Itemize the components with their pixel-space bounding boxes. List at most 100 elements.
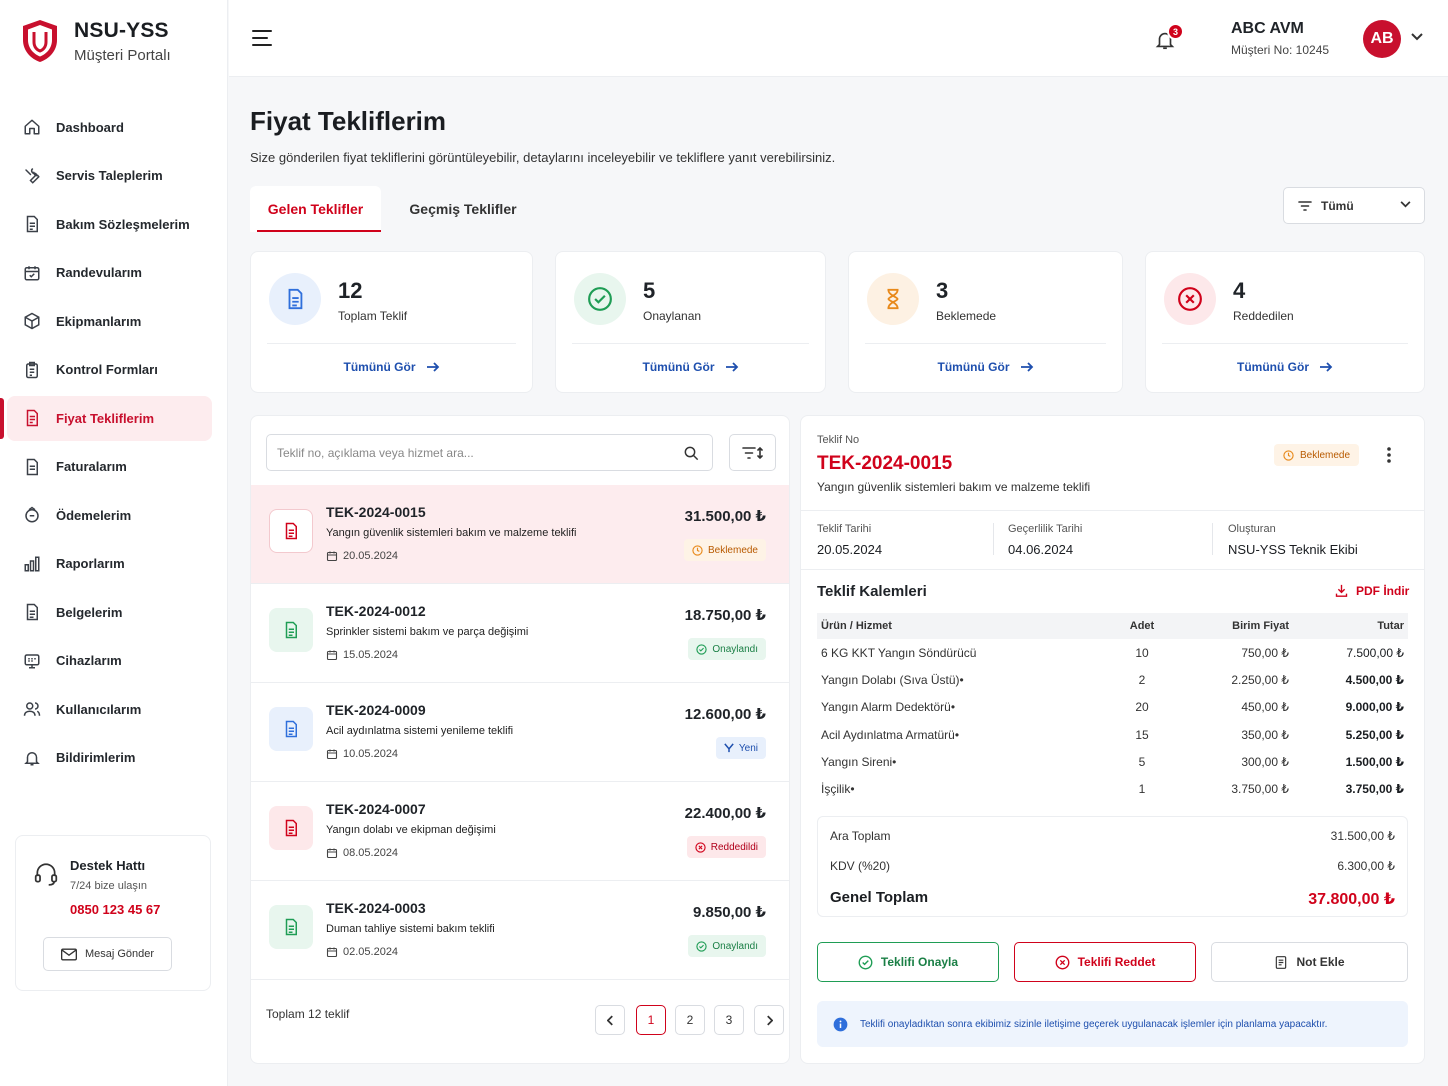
sidebar-item-contracts[interactable]: Bakım Sözleşmelerim xyxy=(0,200,228,249)
item-total: 4.500,00 ₺ xyxy=(1345,672,1404,687)
send-message-button[interactable]: Mesaj Gönder xyxy=(43,937,172,971)
sidebar-item-dashboard[interactable]: Dashboard xyxy=(0,103,228,152)
item-total: 3.750,00 ₺ xyxy=(1345,782,1404,797)
quote-list-item[interactable]: TEK-2024-0003 Duman tahliye sistemi bakı… xyxy=(251,881,789,980)
avatar[interactable]: AB xyxy=(1363,20,1401,58)
sidebar: NSU-YSS Müşteri Portalı Dashboard Servis… xyxy=(0,0,228,1086)
calendar-icon xyxy=(326,748,343,760)
link-label: Tümünü Gör xyxy=(343,360,416,374)
info-icon xyxy=(833,1017,860,1032)
view-all-link[interactable]: Tümünü Gör xyxy=(1146,360,1424,374)
info-banner: Teklifi onayladıktan sonra ekibimiz sizi… xyxy=(817,1001,1408,1047)
meta-key: Oluşturan xyxy=(1228,523,1276,535)
view-all-link[interactable]: Tümünü Gör xyxy=(251,360,532,374)
sidebar-item-label: Dashboard xyxy=(56,119,124,135)
sidebar-item-devices[interactable]: Cihazlarım xyxy=(0,637,228,686)
clipboard-icon xyxy=(22,360,42,380)
view-all-link[interactable]: Tümünü Gör xyxy=(849,360,1122,374)
quote-date: 10.05.2024 xyxy=(326,748,398,760)
status-text: Onaylandı xyxy=(712,643,758,655)
quote-number: TEK-2024-0015 xyxy=(817,453,953,474)
mail-icon xyxy=(60,948,85,961)
quote-date: 08.05.2024 xyxy=(326,847,398,859)
sidebar-item-price-quotes[interactable]: Fiyat Tekliflerim xyxy=(0,394,228,443)
quote-list-item[interactable]: TEK-2024-0015 Yangın güvenlik sistemleri… xyxy=(251,485,789,584)
sidebar-item-service-requests[interactable]: Servis Taleplerim xyxy=(0,152,228,201)
pagination-prev-button[interactable] xyxy=(595,1005,625,1035)
pdf-download-button[interactable]: PDF İndir xyxy=(1334,583,1409,598)
quote-date-text: 08.05.2024 xyxy=(343,847,399,859)
quote-items-table: Ürün / Hizmet Adet Birim Fiyat Tutar 6 K… xyxy=(817,613,1408,803)
view-all-link[interactable]: Tümünü Gör xyxy=(556,360,825,374)
check-circle-icon xyxy=(858,955,881,970)
chevron-down-icon[interactable] xyxy=(1411,33,1423,41)
sidebar-item-users[interactable]: Kullanıcılarım xyxy=(0,685,228,734)
quote-list: TEK-2024-0015 Yangın güvenlik sistemleri… xyxy=(251,485,789,980)
quote-document-icon xyxy=(269,806,313,850)
quote-list-item[interactable]: TEK-2024-0007 Yangın dolabı ve ekipman d… xyxy=(251,782,789,881)
quote-date-text: 20.05.2024 xyxy=(343,550,399,562)
sidebar-item-label: Ekipmanlarım xyxy=(56,313,142,329)
bar-chart-icon xyxy=(22,554,42,574)
shield-logo-icon xyxy=(20,18,60,64)
sidebar-item-appointments[interactable]: Randevularım xyxy=(0,249,228,298)
tab-past-quotes[interactable]: Geçmiş Teklifler xyxy=(396,186,530,232)
page-title: Fiyat Tekliflerim xyxy=(250,106,447,136)
item-unit-price: 350,00 ₺ xyxy=(1241,727,1289,742)
quote-list-item[interactable]: TEK-2024-0009 Acil aydınlatma sistemi ye… xyxy=(251,683,789,782)
sidebar-item-payments[interactable]: Ödemelerim xyxy=(0,491,228,540)
arrow-right-icon xyxy=(1010,361,1034,373)
sidebar-item-control-forms[interactable]: Kontrol Formları xyxy=(0,346,228,395)
sidebar-item-label: Fiyat Tekliflerim xyxy=(56,410,155,426)
reject-quote-button[interactable]: Teklifi Reddet xyxy=(1014,942,1196,982)
menu-toggle-icon[interactable] xyxy=(251,28,273,48)
quote-date: 02.05.2024 xyxy=(326,946,398,958)
new-icon xyxy=(724,743,739,753)
pagination-page-3[interactable]: 3 xyxy=(714,1005,744,1035)
search-icon[interactable] xyxy=(683,445,699,461)
pagination-page-2[interactable]: 2 xyxy=(675,1005,705,1035)
brand-title: NSU-YSS xyxy=(74,18,169,42)
filter-icon xyxy=(1298,200,1312,212)
support-phone[interactable]: 0850 123 45 67 xyxy=(70,902,160,917)
clock-icon xyxy=(1283,449,1300,461)
sidebar-item-reports[interactable]: Raporlarım xyxy=(0,540,228,589)
sidebar-item-documents[interactable]: Belgelerim xyxy=(0,588,228,637)
home-icon xyxy=(22,117,42,137)
arrow-right-icon xyxy=(715,361,739,373)
stat-card-pending: 3 Beklemede Tümünü Gör xyxy=(848,251,1123,393)
status-text: Beklemede xyxy=(707,544,758,556)
table-row: Yangın Sireni• 5 300,00 ₺ 1.500,00 ₺ xyxy=(817,748,1408,775)
subtotal-row: Ara Toplam 31.500,00 ₺ xyxy=(830,829,1395,843)
tab-label: Gelen Teklifler xyxy=(267,201,364,217)
quote-list-item[interactable]: TEK-2024-0012 Sprinkler sistemi bakım ve… xyxy=(251,584,789,683)
add-note-button[interactable]: Not Ekle xyxy=(1211,942,1408,982)
x-circle-icon xyxy=(1055,955,1078,970)
calendar-icon xyxy=(22,263,42,283)
brand-logo[interactable]: NSU-YSS Müşteri Portalı xyxy=(20,18,171,64)
status-filter-select[interactable]: Tümü xyxy=(1283,187,1425,224)
tabs: Gelen Teklifler Geçmiş Teklifler xyxy=(250,186,1426,232)
pagination-next-button[interactable] xyxy=(754,1005,784,1035)
item-name: Yangın Sireni• xyxy=(821,754,897,769)
tab-incoming-quotes[interactable]: Gelen Teklifler xyxy=(250,186,381,232)
pagination-page-1[interactable]: 1 xyxy=(636,1005,666,1035)
sidebar-item-equipment[interactable]: Ekipmanlarım xyxy=(0,297,228,346)
sidebar-item-notifications[interactable]: Bildirimlerim xyxy=(0,734,228,783)
totals-box: Ara Toplam 31.500,00 ₺ KDV (%20) 6.300,00 … xyxy=(817,816,1408,917)
status-text: Onaylandı xyxy=(712,940,758,952)
quote-date-text: 02.05.2024 xyxy=(343,946,399,958)
status-badge: Reddedildi xyxy=(686,836,766,858)
sidebar-item-invoices[interactable]: Faturalarım xyxy=(0,443,228,492)
more-options-icon[interactable] xyxy=(1386,446,1392,464)
status-text: Beklemede xyxy=(1300,449,1351,461)
sidebar-item-label: Kullanıcılarım xyxy=(56,701,142,717)
sidebar-nav: Dashboard Servis Taleplerim Bakım Sözleş… xyxy=(0,103,228,782)
sort-filter-button[interactable] xyxy=(729,434,776,471)
column-header: Ürün / Hizmet xyxy=(817,613,1117,639)
box-icon xyxy=(22,311,42,331)
quote-items-title: Teklif Kalemleri xyxy=(817,583,927,600)
search-input[interactable] xyxy=(266,434,713,471)
clock-icon xyxy=(692,544,708,556)
approve-quote-button[interactable]: Teklifi Onayla xyxy=(817,942,999,982)
